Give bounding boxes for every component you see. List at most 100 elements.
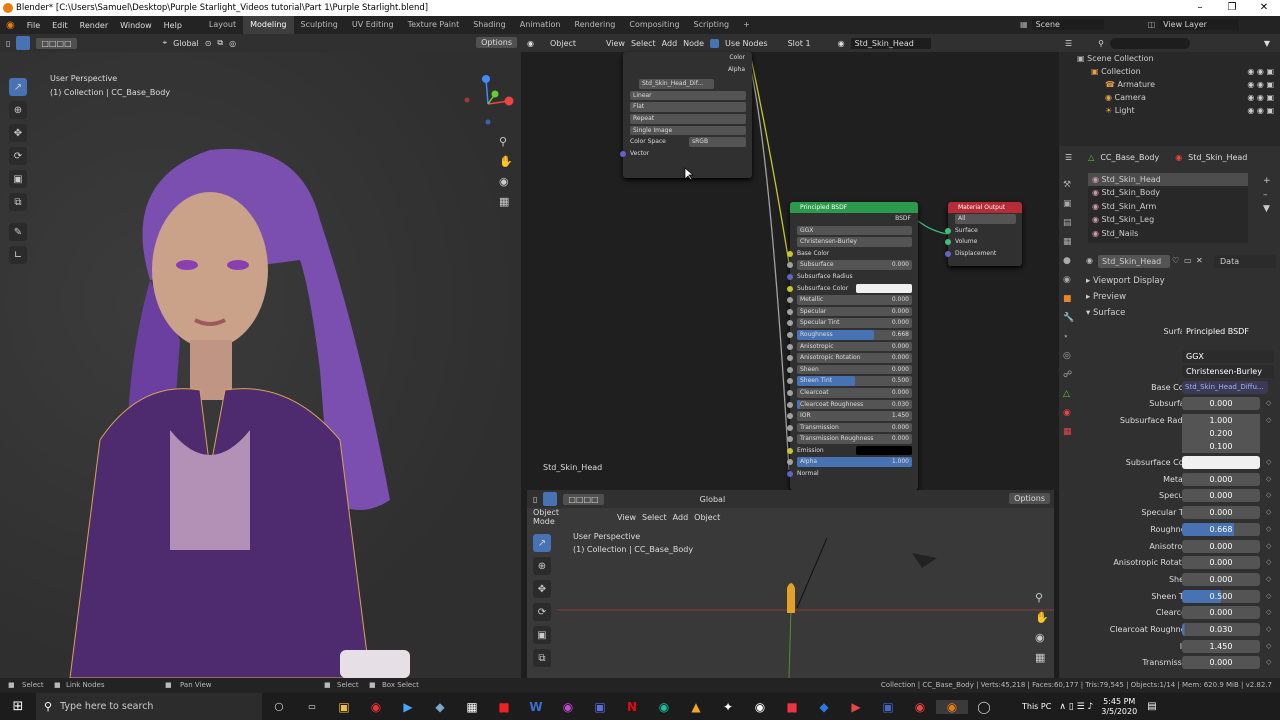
input-socket[interactable] — [787, 401, 793, 408]
input-socket[interactable] — [787, 447, 793, 454]
material-name-field[interactable]: Std_Skin_Head — [850, 37, 931, 49]
material-slot-item[interactable]: ◉ Std_Skin_Head — [1088, 173, 1248, 187]
transform-tool[interactable]: ⧉ — [9, 193, 27, 211]
rotate-tool[interactable]: ⟳ — [9, 147, 27, 165]
remove-slot-icon[interactable]: – — [1263, 188, 1271, 202]
keyframe-dot-icon[interactable]: ◇ — [1266, 558, 1271, 566]
slot-select[interactable]: Slot 1 — [788, 39, 832, 48]
material-slot-list[interactable]: ◉ Std_Skin_Head ◉ Std_Skin_Body ◉ Std_Skin… — [1088, 173, 1248, 243]
editor-type-icon[interactable]: ▯ — [6, 39, 10, 48]
select-mode-buttons[interactable]: □□□□ — [36, 37, 77, 49]
bsdf-input-row[interactable]: Specular Tint 0.000 — [787, 317, 918, 329]
menu-window[interactable]: Window — [114, 21, 158, 30]
keyframe-dot-icon[interactable]: ◇ — [1266, 625, 1271, 633]
outliner-editor-icon[interactable]: ☰ — [1065, 39, 1072, 48]
outliner-search-icon[interactable]: ⚲ — [1098, 39, 1104, 48]
lower-editor-type-icon[interactable]: ▯ — [533, 495, 537, 504]
cursor-tool[interactable]: ⊕ — [9, 101, 27, 119]
sss-method-field[interactable]: Christensen-Burley — [1182, 365, 1274, 378]
extension-select[interactable]: Repeat — [630, 113, 746, 124]
bsdf-input-row[interactable]: Subsurface Color — [787, 283, 918, 295]
node-editor-type-icon[interactable]: ◉ — [527, 39, 534, 48]
property-value-field[interactable]: 0.000 — [1182, 556, 1260, 570]
outliner-root[interactable]: ▣ Scene Collection — [1059, 52, 1280, 65]
proportional-icon[interactable]: ◎ — [229, 39, 236, 48]
keyframe-dot-icon[interactable]: ◇ — [1266, 525, 1271, 533]
lower-viewport[interactable]: Object Mode View Select Add Object User … — [527, 508, 1054, 678]
keyframe-dot-icon[interactable]: ◇ — [1266, 508, 1271, 516]
bsdf-input-field[interactable]: Specular 0.000 — [797, 306, 912, 317]
blender-menu-icon[interactable]: ◉ — [0, 20, 21, 31]
chrome-icon[interactable]: ◉ — [360, 700, 392, 714]
app-icon-3[interactable]: ◉ — [552, 700, 584, 714]
base-color-texture-field[interactable]: Std_Skin_Head_Diffu... — [1182, 381, 1268, 394]
link-mode-select[interactable]: Data — [1214, 255, 1276, 268]
bsdf-input-field[interactable]: IOR 1.450 — [797, 411, 912, 421]
input-socket[interactable] — [787, 471, 793, 478]
bsdf-input-field[interactable]: Subsurface 0.000 — [797, 260, 912, 270]
output-target-select[interactable]: All — [955, 214, 1016, 224]
sss-method-select[interactable]: Christensen-Burley — [797, 237, 912, 247]
panel-surface[interactable]: ▾ Surface — [1086, 308, 1125, 318]
app-icon-4[interactable]: ▣ — [584, 700, 616, 714]
lower-grid-view-icon[interactable]: ▦ — [1035, 648, 1049, 668]
input-socket[interactable] — [787, 343, 793, 350]
physics-tab-icon[interactable]: ◎ — [1063, 347, 1077, 366]
viewport-3d[interactable]: User Perspective (1) Collection | CC_Bas… — [0, 52, 521, 678]
property-value-field[interactable]: 0.500 — [1182, 589, 1260, 603]
world-tab-icon[interactable]: ◉ — [1063, 271, 1077, 290]
keyframe-dot-icon[interactable]: ◇ — [1266, 642, 1271, 650]
lower-select-mode-buttons[interactable]: □□□□ — [563, 493, 604, 505]
image-name-field[interactable]: Std_Skin_Head_Dif... — [639, 79, 714, 89]
node-object-select[interactable]: Object — [550, 39, 600, 48]
keyframe-dot-icon[interactable]: ◇ — [1266, 475, 1271, 483]
app-icon-11[interactable]: ▣ — [872, 700, 904, 714]
keyframe-dot-icon[interactable]: ◇ — [1266, 658, 1271, 666]
panel-preview[interactable]: ▸ Preview — [1086, 292, 1126, 302]
file-explorer-icon[interactable]: ▣ — [328, 700, 360, 714]
input-socket[interactable] — [787, 285, 793, 292]
media-app-icon[interactable]: ■ — [488, 700, 520, 714]
bsdf-input-row[interactable]: Transmission 0.000 — [787, 422, 918, 434]
subsurface-radius-field[interactable]: 0.200 — [1182, 426, 1260, 440]
node-menu-add[interactable]: Add — [662, 39, 678, 48]
select-box-tool[interactable]: ↗ — [9, 78, 27, 96]
texture-tab-icon[interactable]: ▦ — [1063, 423, 1077, 442]
word-icon[interactable]: W — [520, 700, 552, 714]
menu-render[interactable]: Render — [74, 21, 114, 30]
view-layer-tab-icon[interactable]: ▦ — [1063, 233, 1077, 252]
app-icon-10[interactable]: ▶ — [840, 700, 872, 714]
navigation-gizmo[interactable] — [462, 74, 518, 130]
menu-edit[interactable]: Edit — [46, 21, 74, 30]
image-texture-node[interactable]: Color Alpha Std_Skin_Head_Dif... Linear … — [620, 52, 752, 178]
node-menu-select[interactable]: Select — [631, 39, 656, 48]
bsdf-input-row[interactable]: Clearcoat 0.000 — [787, 387, 918, 399]
input-socket[interactable] — [787, 436, 793, 443]
surface-shader-field[interactable]: Principled BSDF — [1182, 325, 1272, 338]
transform-orientation[interactable]: Global — [173, 39, 199, 48]
bsdf-input-field[interactable]: Anisotropic Rotation 0.000 — [797, 353, 912, 363]
view-layer-name[interactable]: View Layer — [1159, 19, 1240, 30]
bsdf-input-row[interactable]: IOR 1.450 — [787, 410, 918, 422]
node-menu-node[interactable]: Node — [683, 39, 704, 48]
subsurface-radius-field[interactable]: 0.100 — [1182, 439, 1260, 453]
visibility-toggle-icon[interactable]: ◉ ◉ ▣ — [1247, 78, 1274, 91]
app-icon-13[interactable]: ◯ — [968, 700, 1000, 714]
tab-compositing[interactable]: Compositing — [622, 16, 686, 34]
material-slot-item[interactable]: ◉ Std_Skin_Arm — [1088, 200, 1248, 213]
tab-layout[interactable]: Layout — [202, 16, 243, 34]
app-icon-6[interactable]: ✦ — [712, 700, 744, 714]
material-slot-item[interactable]: ◉ Std_Skin_Leg — [1088, 213, 1248, 226]
input-socket[interactable] — [787, 320, 793, 327]
tab-uv-editing[interactable]: UV Editing — [345, 16, 401, 34]
bsdf-input-field[interactable]: Roughness 0.668 — [797, 329, 912, 340]
lower-select-tool-icon[interactable] — [543, 492, 558, 506]
visibility-toggle-icon[interactable]: ◉ ◉ ▣ — [1247, 65, 1274, 78]
distribution-select[interactable]: GGX — [797, 225, 912, 236]
lower-camera-view-icon[interactable]: ◉ — [1035, 628, 1049, 648]
camera-view-icon[interactable]: ◉ — [499, 172, 513, 192]
bsdf-input-field[interactable]: Specular Tint 0.000 — [797, 318, 912, 328]
properties-editor-icon[interactable]: ☰ — [1065, 153, 1072, 162]
subsurface-radius-field[interactable]: 1.000 — [1182, 413, 1260, 427]
input-socket[interactable] — [787, 273, 793, 280]
